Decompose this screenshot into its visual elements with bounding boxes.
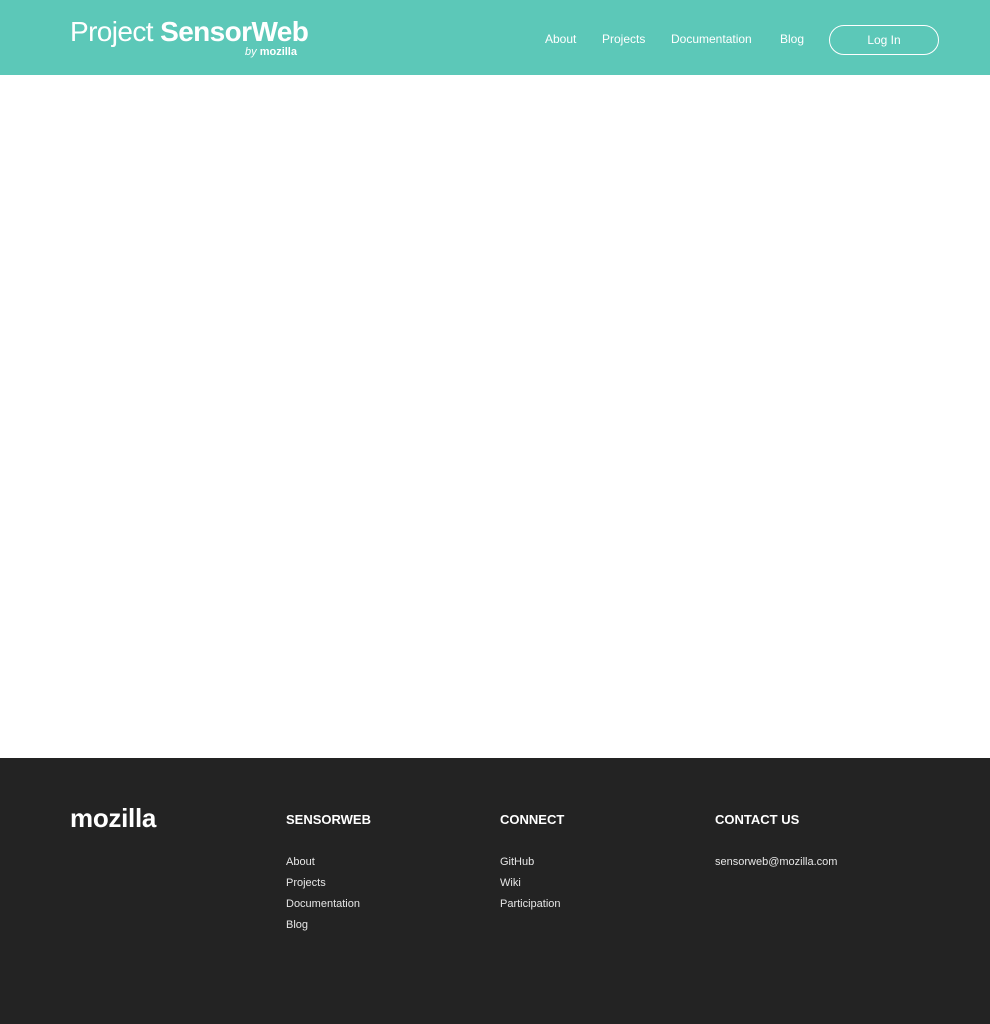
footer-links-sensorweb: About Projects Documentation Blog <box>286 852 371 936</box>
nav-about-link[interactable]: About <box>545 32 576 46</box>
main-content <box>0 75 990 758</box>
footer-link-documentation[interactable]: Documentation <box>286 898 360 910</box>
footer-link-about[interactable]: About <box>286 856 315 868</box>
footer-link-email[interactable]: sensorweb@mozilla.com <box>715 856 837 868</box>
footer-link-item: Documentation <box>286 894 371 915</box>
logo-brand-mozilla: mozilla <box>259 46 297 58</box>
footer-link-participation[interactable]: Participation <box>500 898 561 910</box>
footer-heading-sensorweb: SENSORWEB <box>286 812 371 827</box>
footer-heading-contact: CONTACT US <box>715 812 800 827</box>
footer-column-connect: CONNECT GitHub Wiki Participation <box>500 812 564 915</box>
logo-wordmark: Project SensorWeb <box>70 16 309 48</box>
footer-link-item: Projects <box>286 873 371 894</box>
footer-link-wiki[interactable]: Wiki <box>500 877 521 889</box>
footer-link-blog[interactable]: Blog <box>286 919 308 931</box>
nav-blog-link[interactable]: Blog <box>780 32 804 46</box>
site-footer: mozilla SENSORWEB About Projects Documen… <box>0 758 990 1024</box>
footer-link-item: About <box>286 852 371 873</box>
footer-column-contact: CONTACT US sensorweb@mozilla.com <box>715 812 837 873</box>
logo-word-sensorweb: SensorWeb <box>160 16 309 47</box>
logo-word-project: Project <box>70 16 161 47</box>
footer-link-item: Blog <box>286 915 371 936</box>
footer-link-item: Participation <box>500 894 564 915</box>
footer-links-connect: GitHub Wiki Participation <box>500 852 564 915</box>
footer-link-item: sensorweb@mozilla.com <box>715 852 837 873</box>
site-header: Project SensorWeb by mozilla About Proje… <box>0 0 990 75</box>
nav-documentation-link[interactable]: Documentation <box>671 32 752 46</box>
page: Project SensorWeb by mozilla About Proje… <box>0 0 990 1024</box>
footer-links-contact: sensorweb@mozilla.com <box>715 852 837 873</box>
logo-by: by <box>245 46 260 58</box>
logo-byline: by mozilla <box>245 46 297 58</box>
login-button[interactable]: Log In <box>829 25 939 55</box>
nav-projects-link[interactable]: Projects <box>602 32 645 46</box>
site-logo[interactable]: Project SensorWeb by mozilla <box>70 16 309 62</box>
footer-link-item: Wiki <box>500 873 564 894</box>
footer-link-item: GitHub <box>500 852 564 873</box>
footer-link-projects[interactable]: Projects <box>286 877 326 889</box>
footer-link-github[interactable]: GitHub <box>500 856 534 868</box>
footer-mozilla-logo[interactable]: mozilla <box>70 802 156 834</box>
footer-column-sensorweb: SENSORWEB About Projects Documentation B… <box>286 812 371 936</box>
footer-heading-connect: CONNECT <box>500 812 565 827</box>
